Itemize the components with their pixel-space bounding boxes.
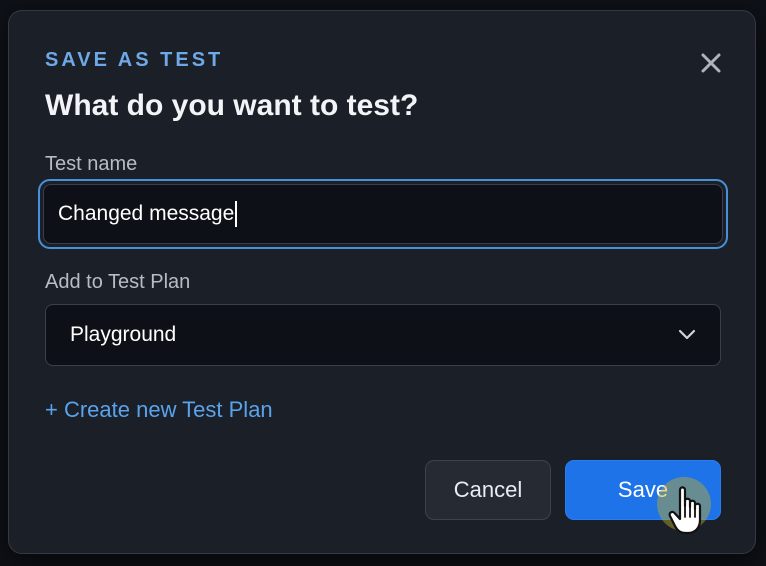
cancel-button[interactable]: Cancel — [425, 460, 551, 520]
dialog-title: What do you want to test? — [45, 89, 419, 122]
test-name-input[interactable]: Changed message — [43, 184, 723, 244]
test-plan-selected-value: Playground — [70, 323, 177, 346]
test-plan-label: Add to Test Plan — [45, 271, 191, 293]
test-name-label: Test name — [45, 153, 138, 175]
test-name-value: Changed message — [58, 202, 235, 225]
test-plan-select[interactable]: Playground — [45, 304, 721, 366]
chevron-down-icon — [678, 329, 696, 340]
dialog-eyebrow: SAVE AS TEST — [45, 49, 224, 71]
pointer-hand-icon — [668, 486, 702, 535]
save-as-test-dialog: SAVE AS TEST What do you want to test? T… — [8, 10, 756, 554]
close-icon — [701, 53, 721, 73]
close-button[interactable] — [695, 47, 727, 79]
test-name-focus-ring: Changed message — [38, 179, 728, 249]
text-caret — [235, 201, 238, 227]
create-test-plan-link[interactable]: + Create new Test Plan — [45, 397, 273, 423]
